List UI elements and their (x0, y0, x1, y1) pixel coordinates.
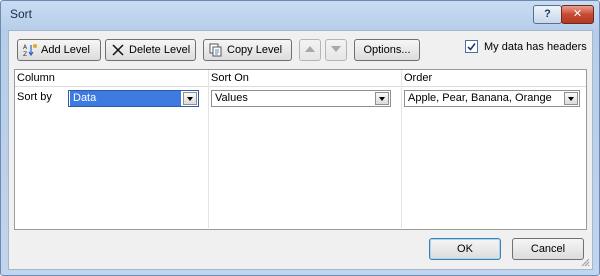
order-select-value: Apple, Pear, Banana, Orange (408, 92, 552, 104)
arrow-down-icon (331, 44, 341, 56)
headers-checkbox[interactable] (465, 40, 478, 53)
copy-icon (209, 43, 223, 57)
close-button[interactable]: ✕ (561, 5, 594, 24)
window-title: Sort (10, 7, 33, 21)
delete-level-button[interactable]: Delete Level (105, 39, 196, 61)
copy-level-label: Copy Level (227, 44, 283, 56)
svg-text:A: A (23, 44, 28, 51)
order-select[interactable]: Apple, Pear, Banana, Orange (404, 90, 580, 107)
column-select[interactable]: Data (68, 90, 199, 107)
sort-levels-grid: Column Sort On Order Sort by Data Values… (14, 69, 587, 230)
sort-dialog: Sort ? ✕ AZ Add Level Delete Level Copy … (0, 0, 600, 276)
header-sort-on: Sort On (211, 72, 249, 84)
sort-by-label: Sort by (17, 91, 52, 103)
headers-checkbox-row[interactable]: My data has headers (465, 40, 587, 53)
sort-on-select[interactable]: Values (211, 90, 391, 107)
delete-x-icon (111, 43, 125, 57)
chevron-down-icon[interactable] (564, 92, 578, 105)
cancel-button[interactable]: Cancel (512, 238, 584, 260)
options-label: Options... (363, 44, 411, 56)
header-column: Column (17, 72, 55, 84)
delete-level-label: Delete Level (129, 44, 191, 56)
checkmark-icon (467, 43, 476, 51)
grid-header: Column Sort On Order (15, 70, 586, 87)
headers-checkbox-label: My data has headers (484, 40, 587, 53)
add-level-button[interactable]: AZ Add Level (17, 39, 101, 61)
title-bar: Sort ? ✕ (1, 1, 599, 27)
add-level-icon: AZ (23, 43, 37, 57)
help-button[interactable]: ? (533, 5, 562, 24)
move-down-button[interactable] (325, 39, 347, 61)
column-select-value: Data (70, 91, 181, 106)
options-button[interactable]: Options... (354, 39, 420, 61)
sort-level-row[interactable]: Sort by Data Values Apple, Pear, Banana,… (15, 87, 586, 109)
ok-button[interactable]: OK (429, 238, 501, 260)
chevron-down-icon[interactable] (183, 92, 197, 105)
sort-on-select-value: Values (215, 92, 248, 104)
arrow-up-icon (305, 44, 315, 56)
header-order: Order (404, 72, 433, 84)
svg-text:Z: Z (23, 51, 27, 57)
resize-grip-icon[interactable] (580, 257, 590, 267)
move-up-button[interactable] (299, 39, 321, 61)
copy-level-button[interactable]: Copy Level (203, 39, 292, 61)
dialog-body: AZ Add Level Delete Level Copy Level Opt… (8, 30, 593, 270)
add-level-label: Add Level (41, 44, 90, 56)
chevron-down-icon[interactable] (375, 92, 389, 105)
